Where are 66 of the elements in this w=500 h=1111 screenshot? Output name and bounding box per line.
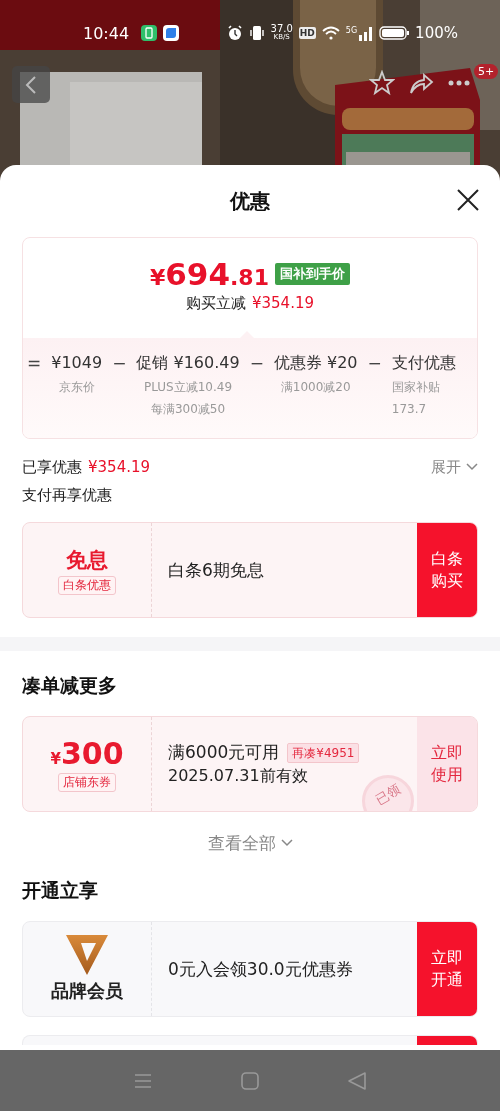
chevron-icon bbox=[280, 839, 293, 847]
brand-logo-icon bbox=[66, 935, 108, 975]
remaining-amount-tag: 再凑¥4951 bbox=[287, 742, 360, 763]
price-term-note: 京东价 bbox=[58, 379, 95, 396]
offer-description: 白条6期免息 bbox=[168, 558, 265, 582]
back-button[interactable] bbox=[12, 66, 50, 103]
price-term-note: 每满300减50 bbox=[150, 401, 226, 418]
claimed-stamp: 已领 bbox=[362, 775, 414, 811]
triangle-icon bbox=[347, 1071, 366, 1090]
operator-sign: − bbox=[249, 352, 264, 375]
saving-label: 购买立减 bbox=[186, 294, 246, 313]
operator-sign: = bbox=[27, 352, 42, 375]
section-title: 凑单减更多 bbox=[22, 674, 117, 696]
price-term: 促销 ¥160.49 bbox=[136, 352, 240, 374]
subsidy-price-tag: 国补到手价 bbox=[275, 263, 350, 285]
battery-percent: 100% bbox=[415, 24, 458, 42]
square-icon bbox=[241, 1071, 259, 1090]
star-icon bbox=[368, 70, 395, 96]
action-button[interactable]: 白条购买 bbox=[417, 523, 477, 617]
vibrate-icon bbox=[248, 25, 265, 41]
share-icon bbox=[408, 70, 434, 96]
app-notification-icon bbox=[163, 25, 180, 41]
more-button[interactable] bbox=[447, 79, 472, 87]
offer-title: 免息 bbox=[66, 546, 108, 574]
battery-app-icon bbox=[141, 25, 158, 41]
operator-sign: − bbox=[367, 352, 382, 375]
price-term-note: 173.7 bbox=[391, 401, 427, 418]
favorite-button[interactable] bbox=[368, 70, 395, 96]
price-term-note: 国家补贴 bbox=[391, 379, 440, 396]
final-price: ¥694.81 bbox=[150, 256, 269, 292]
signal-icon bbox=[359, 25, 374, 41]
wifi-icon bbox=[321, 26, 340, 40]
enjoyed-discount-amount: ¥354.19 bbox=[88, 458, 151, 476]
price-term: 优惠券 ¥20 bbox=[273, 352, 358, 374]
price-term-note: PLUS立减10.49 bbox=[144, 379, 233, 396]
sheet-title: 优惠 bbox=[230, 187, 270, 215]
offer-tag: 白条优惠 bbox=[58, 575, 116, 595]
section-title: 开通立享 bbox=[22, 879, 98, 901]
network-type: 5G bbox=[345, 27, 358, 35]
clock-time: 10:44 bbox=[83, 23, 130, 43]
action-button[interactable]: 立即使用 bbox=[417, 717, 477, 811]
battery-icon bbox=[379, 26, 410, 40]
price-term: 支付优惠 bbox=[391, 352, 456, 374]
operator-sign: − bbox=[112, 352, 127, 375]
action-button[interactable]: 立即开通 bbox=[417, 922, 477, 1016]
more-icon bbox=[447, 79, 472, 87]
share-button[interactable] bbox=[408, 70, 434, 96]
coupon-validity: 2025.07.31前有效 bbox=[168, 766, 309, 787]
expand-toggle[interactable]: 展开 bbox=[431, 457, 478, 477]
menu-icon bbox=[134, 1072, 153, 1089]
alarm-icon bbox=[226, 25, 243, 41]
coupon-condition: 满6000元可用 bbox=[168, 741, 280, 764]
close-icon bbox=[456, 188, 480, 212]
section-subtitle: 支付再享优惠 bbox=[21, 485, 113, 506]
close-button[interactable] bbox=[456, 188, 480, 212]
view-all-link[interactable]: 查看全部 bbox=[207, 831, 293, 855]
saving-amount: ¥354.19 bbox=[252, 294, 314, 313]
chevron-icon bbox=[466, 463, 478, 471]
price-term: ¥1049 bbox=[51, 352, 103, 374]
enjoyed-discount-label: 已享优惠 bbox=[22, 457, 82, 477]
back-icon bbox=[25, 74, 37, 95]
membership-title: 品牌会员 bbox=[51, 979, 123, 1003]
offer-description: 0元入会领30.0元优惠券 bbox=[168, 957, 354, 981]
price-term-note: 满1000减20 bbox=[280, 379, 351, 396]
coupon-amount: ¥300 bbox=[50, 736, 124, 771]
coupon-tag: 店铺东券 bbox=[58, 772, 116, 792]
